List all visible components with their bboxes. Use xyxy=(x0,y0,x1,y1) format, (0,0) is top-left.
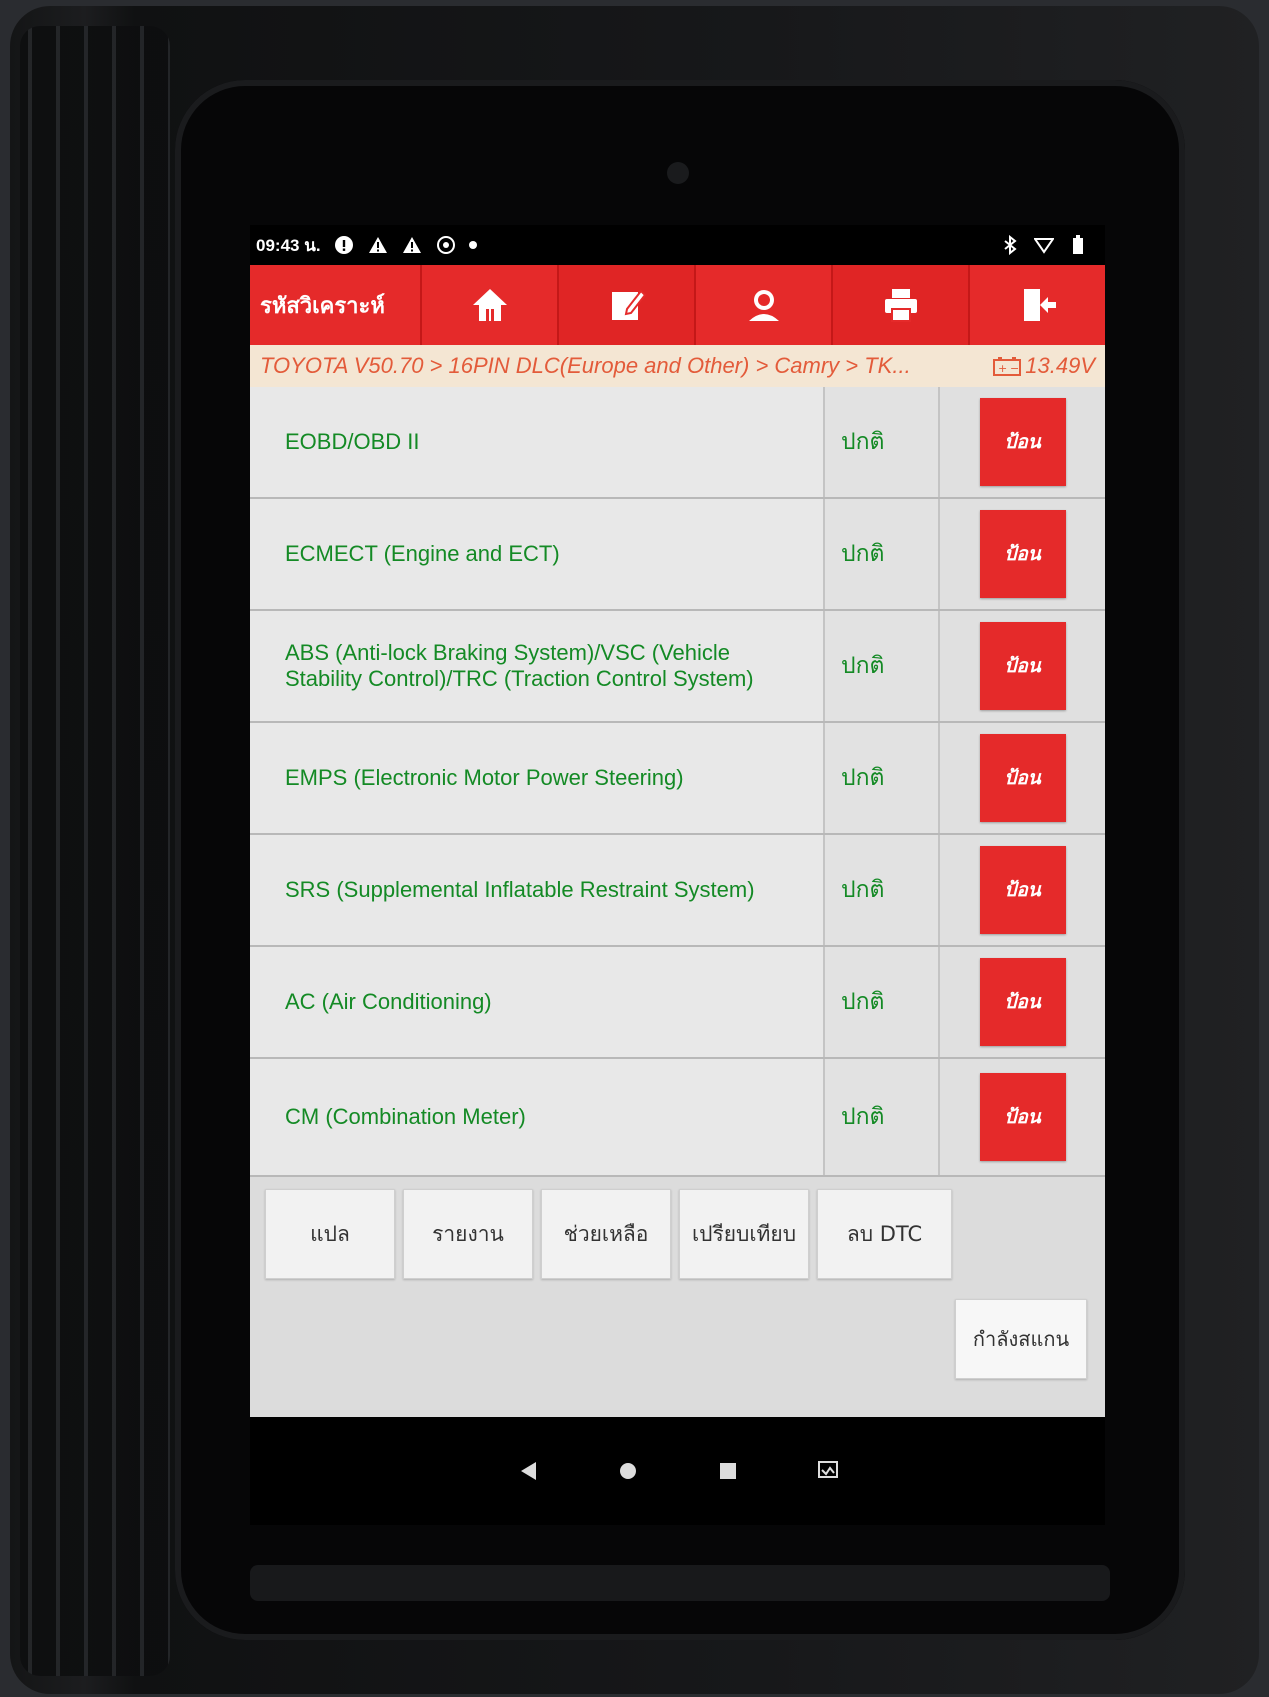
svg-text:−: − xyxy=(1010,362,1019,375)
system-status: ปกติ xyxy=(825,611,940,721)
help-button[interactable]: ช่วยเหลือ xyxy=(541,1189,671,1279)
system-status: ปกติ xyxy=(825,947,940,1057)
bluetooth-icon xyxy=(999,234,1021,256)
battery-icon xyxy=(1067,234,1089,256)
back-icon[interactable] xyxy=(513,1456,543,1486)
screenshot-icon[interactable] xyxy=(813,1456,843,1486)
enter-button[interactable]: ป้อน xyxy=(979,958,1066,1046)
system-name: EMPS (Electronic Motor Power Steering) xyxy=(250,723,825,833)
clear-dtc-button[interactable]: ลบ DTC xyxy=(817,1189,952,1279)
print-button[interactable] xyxy=(831,265,968,345)
list-item: ECMECT (Engine and ECT) ปกติ ป้อน xyxy=(250,499,1105,611)
edit-icon xyxy=(611,289,646,320)
list-item: EOBD/OBD II ปกติ ป้อน xyxy=(250,387,1105,499)
exit-icon xyxy=(1023,289,1056,321)
status-time: 09:43 น. xyxy=(256,235,321,255)
voltage-indicator: + − 13.49V xyxy=(993,353,1095,379)
scanning-button[interactable]: กำลังสแกน xyxy=(955,1299,1087,1379)
compare-button[interactable]: เปรียบเทียบ xyxy=(679,1189,809,1279)
system-list: EOBD/OBD II ปกติ ป้อน ECMECT (Engine and… xyxy=(250,387,1105,1177)
enter-button[interactable]: ป้อน xyxy=(979,734,1066,822)
system-name: SRS (Supplemental Inflatable Restraint S… xyxy=(250,835,825,945)
system-status: ปกติ xyxy=(825,835,940,945)
voltage-value: 13.49V xyxy=(1025,353,1095,378)
system-status: ปกติ xyxy=(825,723,940,833)
list-item: SRS (Supplemental Inflatable Restraint S… xyxy=(250,835,1105,947)
system-name: AC (Air Conditioning) xyxy=(250,947,825,1057)
edit-button[interactable] xyxy=(557,265,694,345)
system-status: ปกติ xyxy=(825,387,940,497)
system-name: EOBD/OBD II xyxy=(250,387,825,497)
warning-icon xyxy=(367,234,389,256)
enter-button[interactable]: ป้อน xyxy=(979,398,1066,486)
app-toolbar: รหัสวิเคราะห์ xyxy=(250,265,1105,345)
enter-button[interactable]: ป้อน xyxy=(979,846,1066,934)
home-nav-icon[interactable] xyxy=(613,1456,643,1486)
svg-text:+: + xyxy=(998,362,1007,375)
support-icon xyxy=(748,290,779,321)
front-camera xyxy=(667,162,689,184)
device-grip xyxy=(20,26,170,1676)
enter-button[interactable]: ป้อน xyxy=(979,1073,1066,1161)
home-button[interactable] xyxy=(420,265,557,345)
android-nav-bar xyxy=(250,1417,1105,1525)
home-icon xyxy=(472,289,507,321)
info-icon xyxy=(333,234,355,256)
support-button[interactable] xyxy=(694,265,831,345)
bottom-toolbar: แปล รายงาน ช่วยเหลือ เปรียบเทียบ ลบ DTC … xyxy=(250,1177,1105,1417)
notification-dot-icon xyxy=(468,241,477,249)
list-item: CM (Combination Meter) ปกติ ป้อน xyxy=(250,1059,1105,1177)
list-item: EMPS (Electronic Motor Power Steering) ป… xyxy=(250,723,1105,835)
report-button[interactable]: รายงาน xyxy=(403,1189,533,1279)
page-title: รหัสวิเคราะห์ xyxy=(260,293,385,319)
system-status: ปกติ xyxy=(825,1059,940,1175)
system-name: ABS (Anti-lock Braking System)/VSC (Vehi… xyxy=(250,611,825,721)
translate-button[interactable]: แปล xyxy=(265,1189,395,1279)
status-bar: 09:43 น. xyxy=(250,225,1105,265)
exit-button[interactable] xyxy=(968,265,1105,345)
recents-icon[interactable] xyxy=(713,1456,743,1486)
print-icon xyxy=(884,289,917,322)
enter-button[interactable]: ป้อน xyxy=(979,622,1066,710)
system-name: CM (Combination Meter) xyxy=(250,1059,825,1175)
breadcrumb: TOYOTA V50.70 > 16PIN DLC(Europe and Oth… xyxy=(250,345,1105,387)
system-name: ECMECT (Engine and ECT) xyxy=(250,499,825,609)
screen: 09:43 น. รหัสวิเคราะห์ TOYOTA V50.70 > 1… xyxy=(250,225,1105,1525)
breadcrumb-path: TOYOTA V50.70 > 16PIN DLC(Europe and Oth… xyxy=(260,353,911,378)
list-item: AC (Air Conditioning) ปกติ ป้อน xyxy=(250,947,1105,1059)
bezel-strip xyxy=(250,1565,1110,1601)
system-status: ปกติ xyxy=(825,499,940,609)
warning-icon xyxy=(401,234,423,256)
list-item: ABS (Anti-lock Braking System)/VSC (Vehi… xyxy=(250,611,1105,723)
battery-voltage-icon: + − xyxy=(993,357,1022,376)
enter-button[interactable]: ป้อน xyxy=(979,510,1066,598)
wifi-icon xyxy=(1033,234,1055,256)
vehicle-icon xyxy=(435,234,457,256)
